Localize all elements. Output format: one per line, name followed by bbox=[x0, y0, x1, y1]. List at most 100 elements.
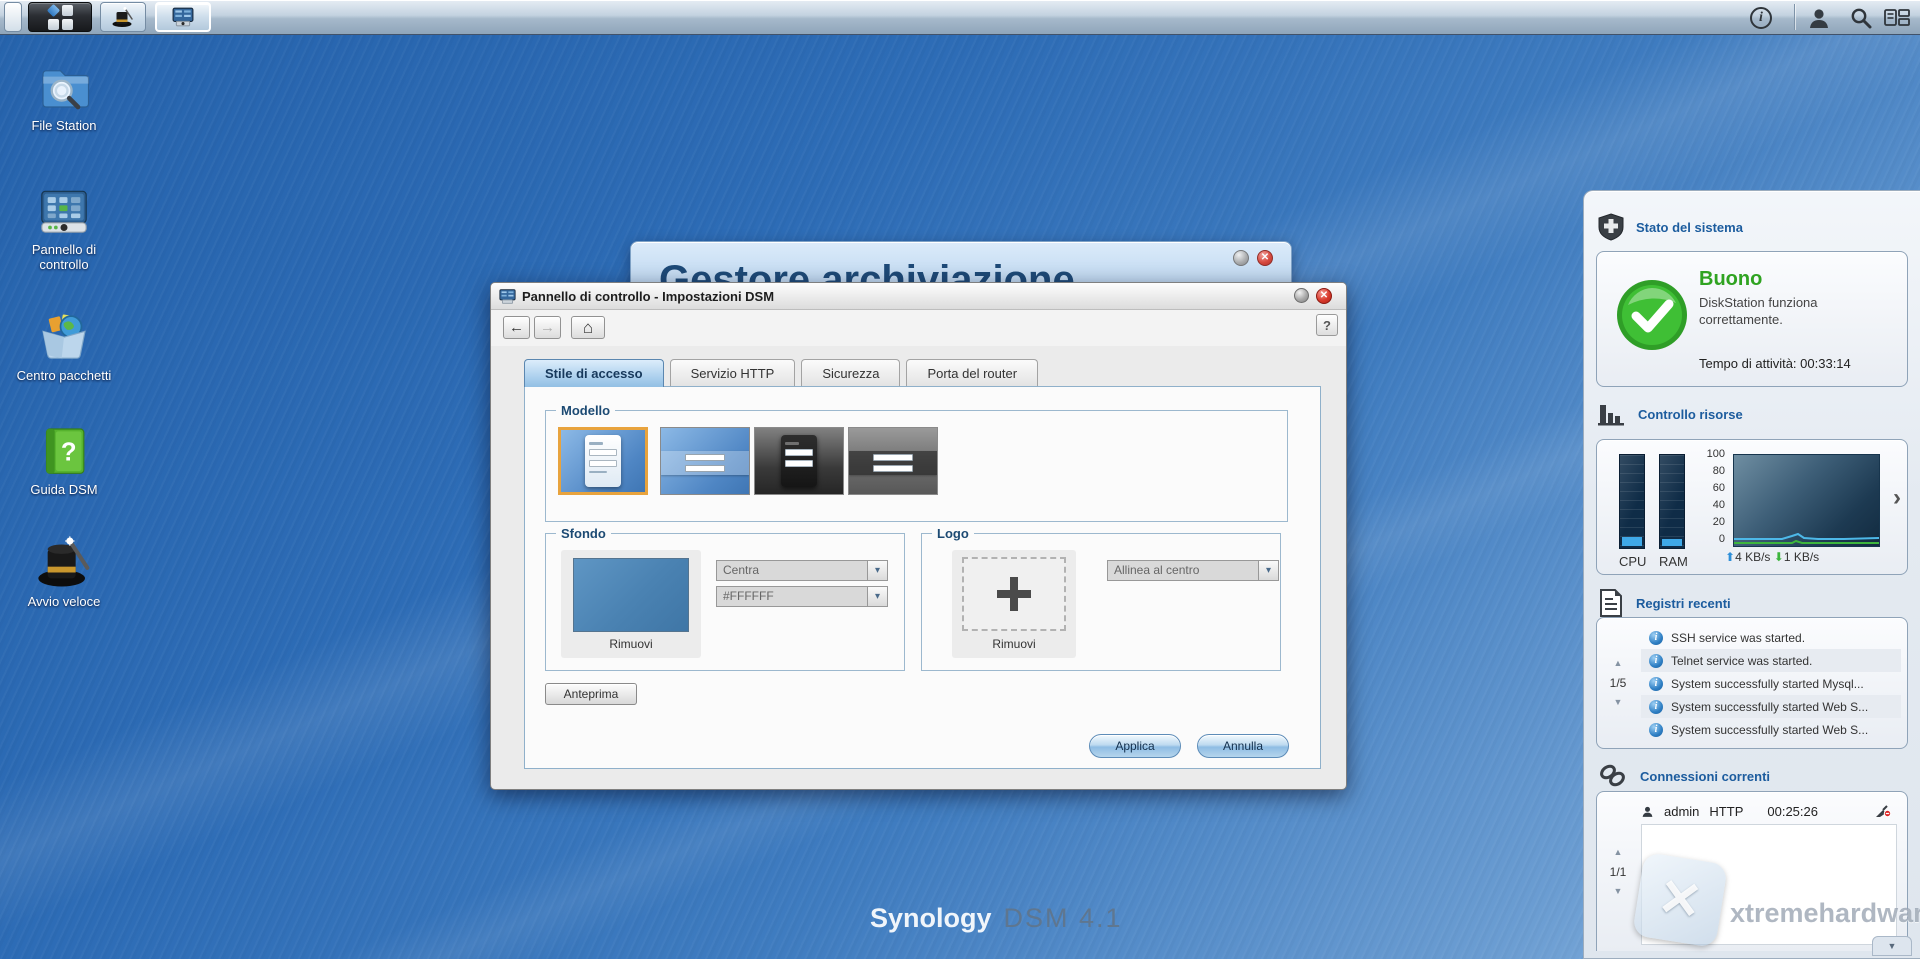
template-thumbnail-2[interactable] bbox=[660, 427, 750, 495]
template-thumbnail-1-selected[interactable] bbox=[558, 427, 648, 495]
file-station-icon bbox=[36, 58, 92, 114]
page-indicator: 1/1 bbox=[1610, 865, 1627, 879]
log-row[interactable]: i System successfully started Web S... bbox=[1641, 695, 1901, 718]
log-row[interactable]: i SSH service was started. bbox=[1641, 626, 1901, 649]
logo-align-dropdown[interactable]: Allinea al centro ▾ bbox=[1107, 560, 1279, 581]
resource-detail-arrow[interactable]: › bbox=[1893, 484, 1901, 512]
widget-title: Registri recenti bbox=[1636, 596, 1731, 611]
sidebar-collapse-button[interactable]: ▼ bbox=[1872, 936, 1912, 956]
page-up-button[interactable]: ▲ bbox=[1614, 659, 1623, 668]
system-status-body: Buono DiskStation funziona correttamente… bbox=[1596, 251, 1908, 387]
axis-tick: 100 bbox=[1697, 448, 1725, 460]
cancel-button[interactable]: Annulla bbox=[1197, 734, 1289, 758]
recent-logs-body: ▲ 1/5 ▼ i SSH service was started. i Tel… bbox=[1596, 617, 1908, 749]
minimize-button[interactable] bbox=[1233, 250, 1249, 266]
connection-protocol: HTTP bbox=[1709, 804, 1743, 819]
background-color-dropdown[interactable]: #FFFFFF ▾ bbox=[716, 586, 888, 607]
info-icon: i bbox=[1649, 677, 1663, 691]
background-thumbnail-area: Rimuovi bbox=[561, 550, 701, 658]
log-row[interactable]: i System successfully started Web S... bbox=[1641, 718, 1901, 741]
back-button[interactable]: ← bbox=[503, 316, 530, 339]
network-legend: ⬆4 KB/s ⬇1 KB/s bbox=[1725, 550, 1819, 564]
dsm-help-icon: ? bbox=[36, 422, 92, 478]
close-icon[interactable]: ✕ bbox=[1316, 288, 1332, 304]
upload-arrow-icon: ⬆ bbox=[1725, 550, 1735, 564]
connections-pager: ▲ 1/1 ▼ bbox=[1597, 792, 1639, 951]
widget-title: Connessioni correnti bbox=[1640, 769, 1770, 784]
home-button[interactable]: ⌂ bbox=[571, 316, 605, 339]
axis-tick: 40 bbox=[1697, 499, 1725, 511]
desktop: i bbox=[0, 0, 1920, 959]
close-icon[interactable]: ✕ bbox=[1257, 250, 1273, 266]
connection-user: admin bbox=[1664, 804, 1699, 819]
info-icon: i bbox=[1649, 700, 1663, 714]
axis-tick: 80 bbox=[1697, 465, 1725, 477]
quick-launch-task-button[interactable] bbox=[100, 2, 146, 32]
desktop-icon-label: Pannello di controllo bbox=[12, 242, 116, 272]
ram-label: RAM bbox=[1659, 554, 1685, 569]
page-up-button[interactable]: ▲ bbox=[1614, 848, 1623, 857]
template-preview bbox=[585, 435, 621, 487]
desktop-icon-file-station[interactable]: File Station bbox=[12, 58, 116, 133]
search-icon bbox=[1849, 6, 1873, 30]
desktop-icon-package-center[interactable]: Centro pacchetti bbox=[12, 308, 116, 383]
log-row[interactable]: i System successfully started Mysql... bbox=[1641, 672, 1901, 695]
connection-time: 00:25:26 bbox=[1767, 804, 1818, 819]
remove-background-button[interactable]: Rimuovi bbox=[561, 637, 701, 651]
desktop-icon-label: Avvio veloce bbox=[12, 594, 116, 609]
log-row[interactable]: i Telnet service was started. bbox=[1641, 649, 1901, 672]
page-indicator: 1/5 bbox=[1610, 676, 1627, 690]
dialog-title: Pannello di controllo - Impostazioni DSM bbox=[522, 289, 774, 304]
help-button[interactable]: ? bbox=[1316, 314, 1338, 336]
page-down-button[interactable]: ▼ bbox=[1614, 887, 1623, 896]
add-logo-box[interactable] bbox=[962, 557, 1066, 631]
info-button[interactable]: i bbox=[1746, 4, 1776, 31]
remove-logo-button[interactable]: Rimuovi bbox=[952, 637, 1076, 651]
control-panel-task-button[interactable] bbox=[155, 2, 211, 32]
main-menu-button[interactable] bbox=[28, 2, 92, 32]
tab-panel: Modello bbox=[524, 386, 1321, 769]
template-preview bbox=[781, 435, 817, 487]
pilot-view-button[interactable] bbox=[1882, 4, 1912, 31]
info-icon: i bbox=[1750, 7, 1772, 29]
template-thumbnail-4[interactable] bbox=[848, 427, 938, 495]
background-position-dropdown[interactable]: Centra ▾ bbox=[716, 560, 888, 581]
widget-title: Stato del sistema bbox=[1636, 220, 1743, 235]
minimize-button[interactable] bbox=[1294, 288, 1309, 303]
background-image-thumbnail[interactable] bbox=[573, 558, 689, 632]
storage-manager-window[interactable]: Gestore archiviazione ✕ bbox=[630, 241, 1292, 287]
desktop-icon-quick-start[interactable]: Avvio veloce bbox=[12, 534, 116, 609]
tab-stile-di-accesso[interactable]: Stile di accesso bbox=[524, 359, 664, 387]
info-icon: i bbox=[1649, 631, 1663, 645]
dropdown-value: Centra bbox=[717, 561, 867, 580]
modello-fieldset: Modello bbox=[545, 410, 1288, 522]
template-thumbnail-3[interactable] bbox=[754, 427, 844, 495]
sfondo-fieldset: Sfondo Rimuovi Centra ▾ #FFFFFF ▾ bbox=[545, 533, 905, 671]
tab-sicurezza[interactable]: Sicurezza bbox=[801, 359, 900, 386]
brand-text: Synology bbox=[870, 903, 992, 933]
tab-porta-del-router[interactable]: Porta del router bbox=[906, 359, 1038, 386]
user-icon bbox=[1641, 805, 1654, 818]
bar-chart-icon bbox=[1598, 401, 1626, 427]
desktop-icon-control-panel[interactable]: Pannello di controllo bbox=[12, 182, 116, 272]
dialog-titlebar[interactable]: Pannello di controllo - Impostazioni DSM… bbox=[491, 283, 1346, 310]
dropdown-value: #FFFFFF bbox=[717, 587, 867, 606]
log-text: Telnet service was started. bbox=[1671, 654, 1812, 668]
tab-servizio-http[interactable]: Servizio HTTP bbox=[670, 359, 796, 386]
user-button[interactable] bbox=[1804, 4, 1834, 31]
connection-row[interactable]: admin HTTP 00:25:26 bbox=[1641, 800, 1901, 822]
desktop-icon-dsm-help[interactable]: ? Guida DSM bbox=[12, 422, 116, 497]
search-button[interactable] bbox=[1846, 4, 1876, 31]
preview-button[interactable]: Anteprima bbox=[545, 683, 637, 705]
magic-hat-icon bbox=[36, 534, 92, 590]
widget-sidebar: Stato del sistema Buono DiskStation funz… bbox=[1583, 190, 1920, 959]
page-down-button[interactable]: ▼ bbox=[1614, 698, 1623, 707]
add-icon bbox=[997, 577, 1031, 611]
shield-icon bbox=[1598, 213, 1624, 241]
taskbar: i bbox=[0, 0, 1920, 35]
disconnect-icon[interactable] bbox=[1875, 804, 1891, 818]
forward-button[interactable]: → bbox=[534, 316, 561, 339]
network-graph bbox=[1733, 454, 1880, 547]
apply-button[interactable]: Applica bbox=[1089, 734, 1181, 758]
show-desktop-button[interactable] bbox=[4, 2, 22, 32]
